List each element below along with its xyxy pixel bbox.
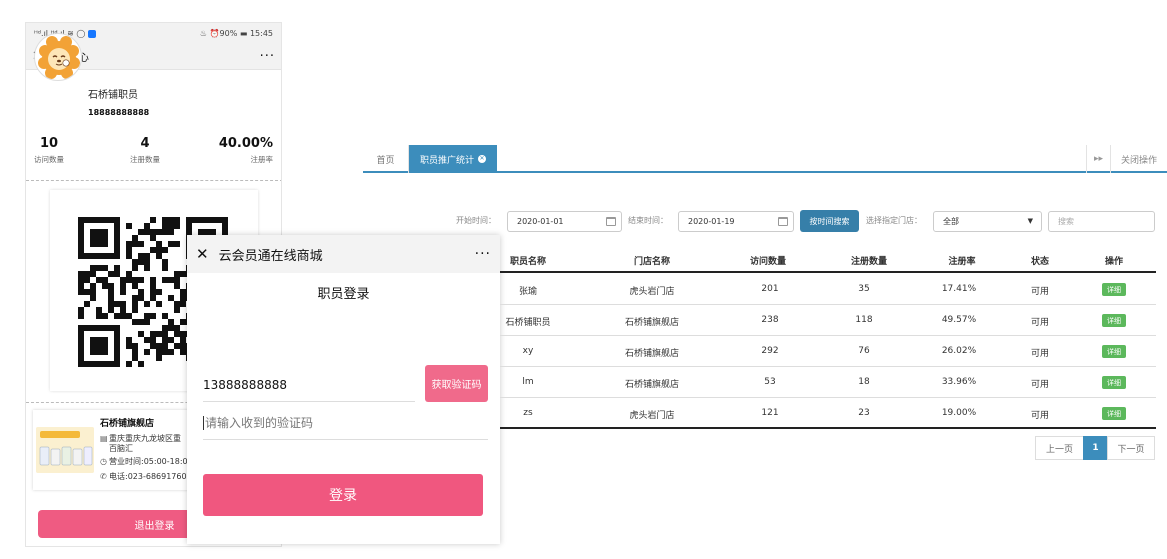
clock-icon: ◷ (100, 457, 107, 466)
staff-phone: 18888888888 (88, 108, 150, 117)
tab-scroll-right-icon[interactable]: ▸▸ (1086, 145, 1110, 173)
stat-registrations: 4 注册数量 (130, 136, 160, 164)
col-actions: 操作 (1104, 257, 1124, 267)
code-input[interactable]: 请输入收到的验证码 (203, 406, 488, 440)
page-1-button[interactable]: 1 (1083, 436, 1108, 460)
battery-time: ♨ ⏰90% ▬ 15:45 (199, 29, 273, 38)
col-status: 状态 (1030, 257, 1050, 267)
store-select[interactable]: 全部 ▼ (933, 211, 1042, 232)
tab-staff-promotion-stats[interactable]: 职员推广统计 ✕ (409, 145, 497, 173)
calendar-icon[interactable] (778, 217, 788, 226)
nav-title: 云会员通在线商城 (218, 248, 323, 264)
table-header: 职员名称 门店名称 访问数量 注册数量 注册率 状态 操作 (500, 246, 1156, 273)
detail-button[interactable]: 详细 (1102, 407, 1126, 420)
store-address-line2: 百脑汇 (109, 444, 133, 453)
table-row: lm 石桥铺旗舰店 53 18 33.96% 可用 详细 (500, 367, 1156, 398)
map-icon: ▤ (100, 434, 108, 443)
search-input[interactable]: 搜索 (1048, 211, 1155, 232)
table-row: 石桥铺职员 石桥铺旗舰店 238 118 49.57% 可用 详细 (500, 305, 1156, 336)
profile-section: 石桥铺职员 18888888888 (26, 70, 281, 118)
col-staff-name: 职员名称 (509, 257, 547, 267)
more-icon[interactable]: ··· (475, 246, 491, 262)
next-page-button[interactable]: 下一页 (1107, 436, 1155, 460)
calendar-icon[interactable] (606, 217, 616, 226)
store-image (36, 427, 94, 473)
login-button[interactable]: 登录 (203, 474, 483, 516)
start-time-label: 开始时间： (456, 216, 496, 225)
more-icon[interactable]: ··· (260, 49, 275, 64)
get-code-button[interactable]: 获取验证码 (425, 365, 488, 402)
phone-input[interactable]: 13888888888 (203, 368, 415, 402)
start-date-input[interactable]: 2020-01-01 (507, 211, 622, 232)
table-row: xy 石桥铺旗舰店 292 76 26.02% 可用 详细 (500, 336, 1156, 367)
detail-button[interactable]: 详细 (1102, 314, 1126, 327)
col-visits: 访问数量 (749, 257, 787, 267)
detail-button[interactable]: 详细 (1102, 283, 1126, 296)
store-card[interactable]: 石桥铺旗舰店 ▤重庆重庆九龙坡区重 百脑汇 ◷ 营业时间:05:00-18:0 ✆… (33, 410, 208, 490)
search-by-time-button[interactable]: 按时间搜索 (800, 210, 859, 232)
col-registration-rate: 注册率 (948, 257, 976, 267)
detail-button[interactable]: 详细 (1102, 345, 1126, 358)
store-products-icon (36, 427, 94, 473)
divider (26, 180, 281, 181)
stat-visits: 10 访问数量 (34, 136, 64, 164)
nav-bar: ✕ 云会员通在线商城 ··· (187, 235, 500, 273)
close-icon[interactable]: ✕ (196, 245, 209, 263)
store-hours: ◷ 营业时间:05:00-18:0 (100, 457, 188, 466)
end-date-input[interactable]: 2020-01-19 (678, 211, 794, 232)
col-store-name: 门店名称 (633, 257, 671, 267)
store-phone: ✆ 电话:023-68691760 (100, 472, 187, 481)
app-notification-icon (88, 29, 97, 38)
store-name: 石桥铺旗舰店 (100, 419, 155, 429)
table-row: zs 虎头岩门店 121 23 19.00% 可用 详细 (500, 398, 1156, 429)
detail-button[interactable]: 详细 (1102, 376, 1126, 389)
stat-registration-rate: 40.00% 注册率 (218, 136, 273, 164)
close-operations-menu[interactable]: 关闭操作 (1110, 145, 1167, 173)
tab-bar: 首页 职员推广统计 ✕ ▸▸ 关闭操作 (363, 145, 1167, 173)
prev-page-button[interactable]: 上一页 (1035, 436, 1084, 460)
col-registrations: 注册数量 (850, 257, 888, 267)
staff-name: 石桥铺职员 (88, 90, 138, 101)
phone-icon: ✆ (100, 472, 107, 481)
close-tab-icon[interactable]: ✕ (478, 155, 486, 163)
dropdown-arrow-icon: ▼ (1027, 217, 1033, 225)
page-title: 职员登录 (317, 287, 370, 302)
text-caret (203, 415, 204, 430)
tab-home[interactable]: 首页 (363, 145, 409, 173)
end-time-label: 结束时间： (628, 216, 668, 225)
table-row: 张瑜 虎头岩门店 201 35 17.41% 可用 详细 (500, 274, 1156, 305)
login-phone: ✕ 云会员通在线商城 ··· 职员登录 13888888888 获取验证码 请输… (187, 235, 500, 544)
stats-row: 10 访问数量 4 注册数量 40.00% 注册率 (26, 136, 281, 180)
store-select-label: 选择指定门店： (866, 216, 922, 225)
